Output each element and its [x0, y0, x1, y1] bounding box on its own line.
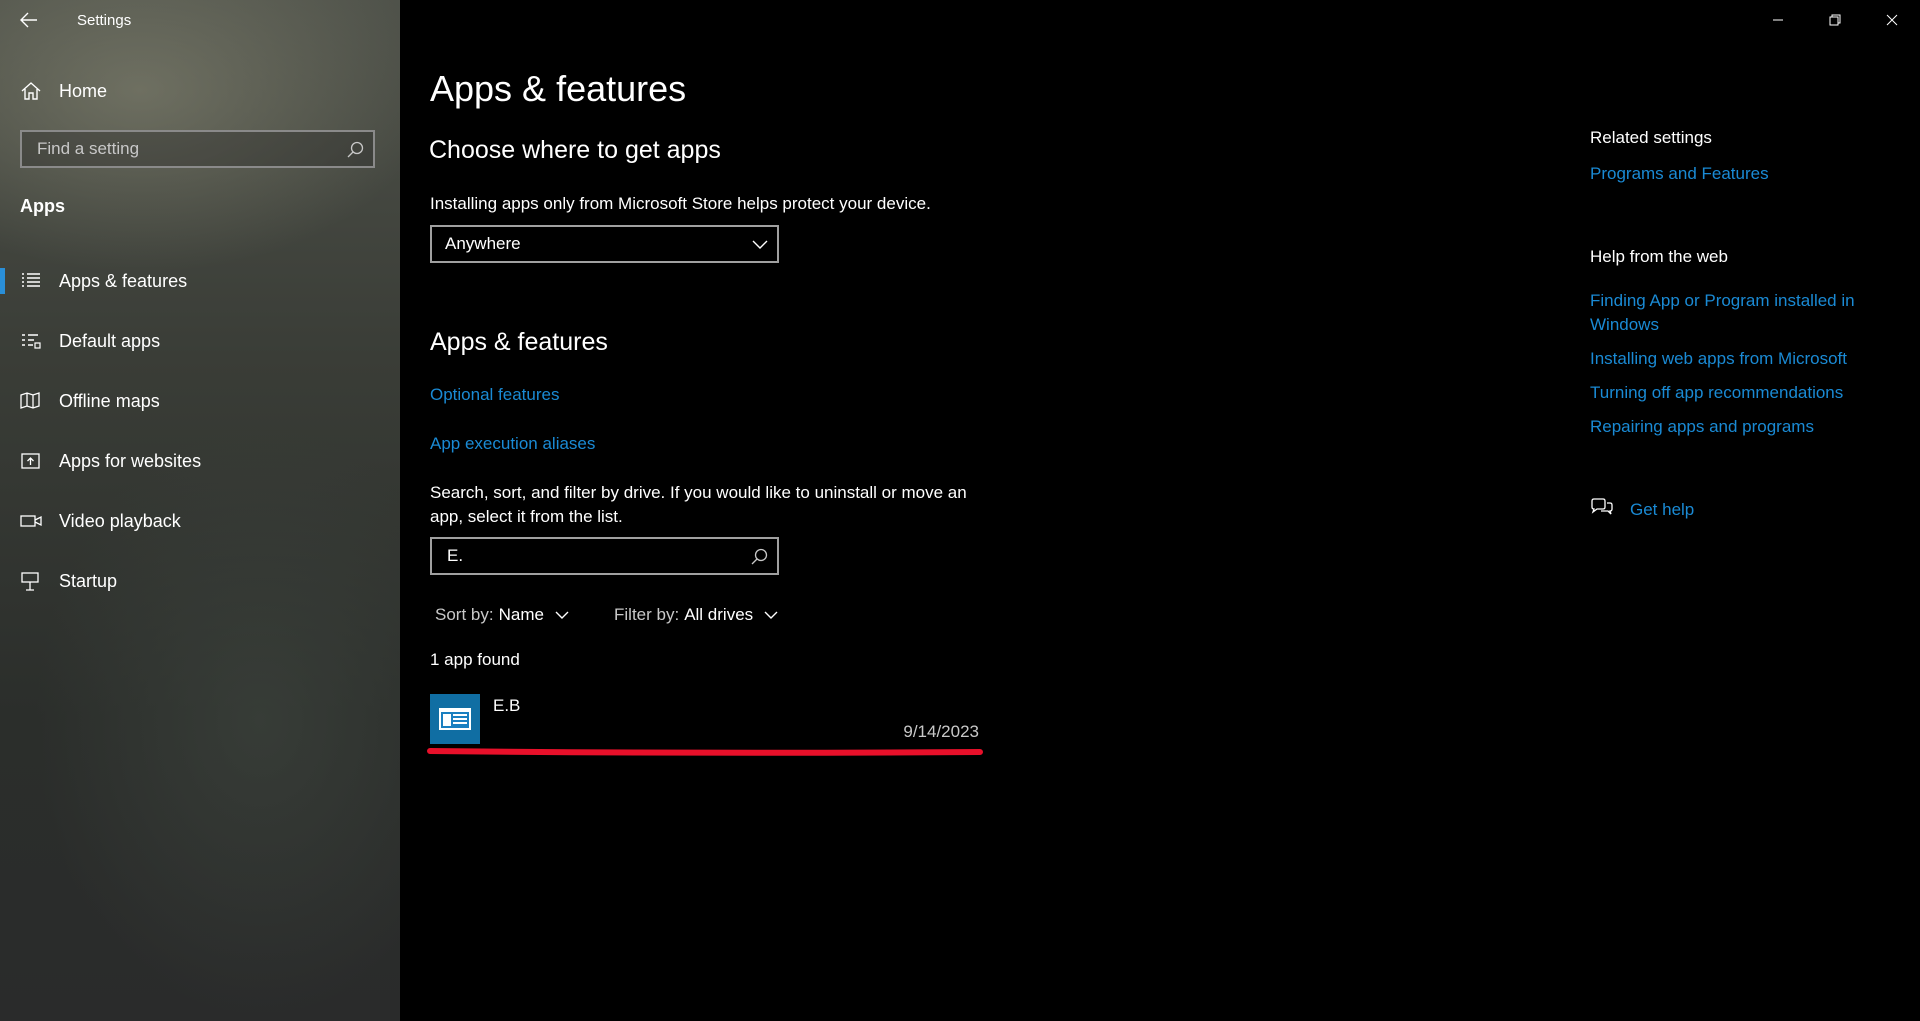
home-icon: [19, 79, 43, 103]
find-setting-input[interactable]: [35, 138, 339, 160]
choose-apps-description: Installing apps only from Microsoft Stor…: [430, 194, 931, 213]
sidebar-item-label: Video playback: [59, 510, 181, 531]
sort-by-dropdown[interactable]: Sort by: Name: [435, 605, 570, 625]
filter-by-label: Filter by:: [614, 605, 680, 624]
dropdown-selected-value: Anywhere: [445, 234, 521, 253]
map-icon: [19, 389, 43, 413]
result-count: 1 app found: [430, 650, 520, 669]
optional-features-link[interactable]: Optional features: [430, 383, 559, 407]
minimize-button[interactable]: [1749, 0, 1806, 40]
sidebar-item-apps-for-websites[interactable]: Apps for websites: [0, 438, 400, 484]
sidebar-item-default-apps[interactable]: Default apps: [0, 318, 400, 364]
choose-apps-heading: Choose where to get apps: [429, 136, 721, 164]
selection-indicator: [0, 268, 5, 294]
minimize-icon: [1772, 19, 1783, 21]
app-search-input[interactable]: [445, 545, 739, 567]
chevron-down-icon: [752, 240, 768, 249]
programs-features-link[interactable]: Programs and Features: [1590, 162, 1890, 186]
video-icon: [19, 509, 43, 533]
filter-by-dropdown[interactable]: Filter by: All drives: [614, 605, 779, 625]
chevron-down-icon: [555, 611, 569, 619]
help-link-line: Finding App or Program installed in: [1590, 291, 1855, 310]
search-help-line-2: app, select it from the list.: [430, 507, 623, 526]
help-web-heading: Help from the web: [1590, 247, 1728, 266]
help-link-repairing-apps[interactable]: Repairing apps and programs: [1590, 415, 1890, 439]
window-controls: [1749, 0, 1920, 40]
app-install-date: 9/14/2023: [903, 722, 979, 741]
search-icon[interactable]: [749, 547, 769, 567]
find-setting-search[interactable]: [20, 130, 375, 168]
get-help-link[interactable]: Get help: [1630, 498, 1830, 522]
back-button[interactable]: [14, 6, 44, 34]
sidebar-item-apps-features[interactable]: Apps & features: [0, 258, 400, 304]
sidebar-item-label: Offline maps: [59, 390, 160, 411]
apps-features-heading: Apps & features: [430, 328, 608, 356]
sidebar: Settings Home Apps Apps & features: [0, 0, 400, 1021]
annotation-underline: [427, 748, 983, 756]
back-arrow-icon: [20, 12, 37, 28]
help-link-finding-app[interactable]: Finding App or Program installed in Wind…: [1590, 289, 1890, 337]
help-link-line: Windows: [1590, 315, 1659, 334]
nav-home[interactable]: Home: [0, 74, 400, 108]
sidebar-item-label: Apps & features: [59, 270, 188, 291]
help-link-turning-off-recommendations[interactable]: Turning off app recommendations: [1590, 381, 1890, 405]
app-search-box[interactable]: [430, 537, 779, 575]
website-icon: [19, 449, 43, 473]
default-apps-icon: [19, 329, 43, 353]
main-content: Apps & features Choose where to get apps…: [400, 0, 1920, 1021]
section-heading-apps: Apps: [20, 196, 65, 216]
sort-by-label: Sort by:: [435, 605, 494, 624]
window-title: Settings: [77, 12, 132, 29]
sidebar-item-offline-maps[interactable]: Offline maps: [0, 378, 400, 424]
app-list-item[interactable]: E.B 9/14/2023: [430, 692, 983, 750]
home-label: Home: [59, 80, 108, 101]
close-icon: [1886, 14, 1897, 26]
related-settings-heading: Related settings: [1590, 128, 1712, 147]
list-icon: [19, 269, 43, 293]
close-button[interactable]: [1863, 0, 1920, 40]
app-execution-aliases-link[interactable]: App execution aliases: [430, 432, 595, 456]
filter-by-value: All drives: [684, 605, 754, 624]
sidebar-item-label: Apps for websites: [59, 450, 202, 471]
sidebar-item-startup[interactable]: Startup: [0, 558, 400, 604]
get-help-icon: [1589, 497, 1615, 523]
restore-icon: [1829, 14, 1840, 26]
sort-by-value: Name: [498, 605, 544, 624]
search-icon[interactable]: [345, 140, 365, 160]
sidebar-item-label: Startup: [59, 570, 118, 591]
help-link-installing-web-apps[interactable]: Installing web apps from Microsoft: [1590, 347, 1890, 371]
sidebar-item-video-playback[interactable]: Video playback: [0, 498, 400, 544]
chevron-down-icon: [764, 611, 778, 619]
sidebar-item-label: Default apps: [59, 330, 161, 351]
app-source-dropdown[interactable]: Anywhere: [430, 225, 779, 263]
app-name: E.B: [493, 696, 521, 715]
search-help-line-1: Search, sort, and filter by drive. If yo…: [430, 483, 967, 502]
startup-icon: [19, 569, 43, 593]
app-icon: [430, 694, 480, 744]
restore-button[interactable]: [1806, 0, 1863, 40]
page-title: Apps & features: [430, 68, 687, 109]
